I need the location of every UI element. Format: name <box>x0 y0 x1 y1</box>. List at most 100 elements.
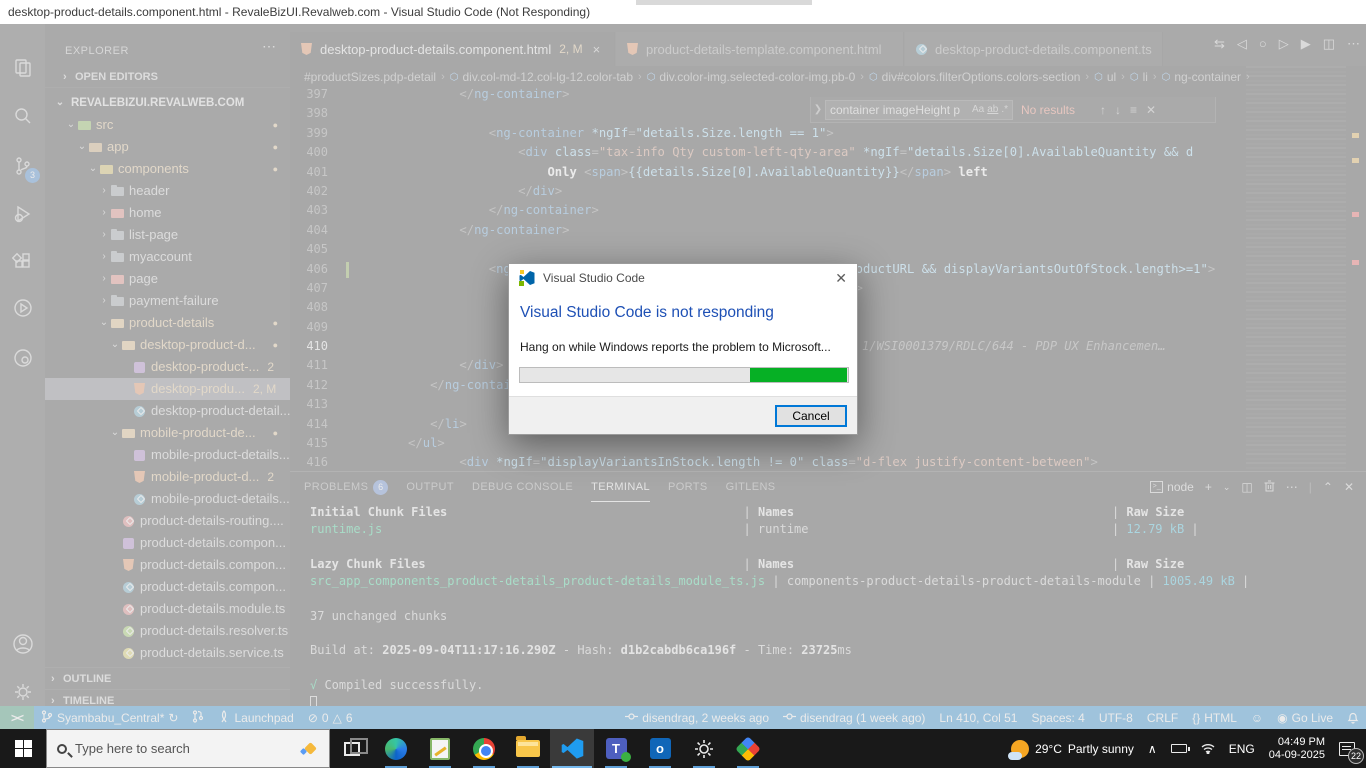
code-line[interactable]: 400 <div class="tax-info Qty custom-left… <box>290 143 1346 162</box>
code-line[interactable]: 401 Only <span>{{details.Size[0].Availab… <box>290 163 1346 182</box>
language-mode[interactable]: {} HTML <box>1185 706 1244 729</box>
shell-selector[interactable]: >_node <box>1150 480 1194 494</box>
battery-icon[interactable] <box>1164 729 1194 768</box>
explorer-icon[interactable] <box>0 48 45 88</box>
notifications-bell-icon[interactable] <box>1340 706 1366 729</box>
code-line[interactable]: 404 </ng-container> <box>290 221 1346 240</box>
tree-item[interactable]: ⌄src● <box>45 114 290 136</box>
panel-tab-debug-console[interactable]: DEBUG CONSOLE <box>472 472 573 502</box>
nav-circle-icon[interactable]: ○ <box>1259 36 1267 52</box>
split-editor-icon[interactable]: ◫ <box>1323 36 1335 52</box>
breadcrumb-item[interactable]: ⬡ul <box>1094 70 1116 84</box>
breadcrumb-item[interactable]: ⬡div#colors.filterOptions.colors-section <box>869 70 1080 84</box>
taskbar-app-outlook[interactable]: o <box>638 729 682 768</box>
minimap[interactable] <box>1246 66 1346 471</box>
panel-tab-problems[interactable]: PROBLEMS6 <box>304 472 388 502</box>
code-inspect-icon[interactable] <box>0 338 45 378</box>
code-line[interactable]: 405 <box>290 240 1346 259</box>
breadcrumb-item[interactable]: ⬡div.color-img.selected-color-img.pb-0 <box>647 70 856 84</box>
extensions-icon[interactable] <box>0 242 45 282</box>
tree-item[interactable]: desktop-produ...2, M <box>45 378 290 400</box>
close-icon[interactable]: × <box>593 42 601 57</box>
start-button[interactable] <box>0 729 46 768</box>
encoding[interactable]: UTF-8 <box>1092 706 1140 729</box>
panel-tab-output[interactable]: OUTPUT <box>406 472 454 502</box>
tree-item[interactable]: desktop-product-...2 <box>45 356 290 378</box>
indentation[interactable]: Spaces: 4 <box>1024 706 1091 729</box>
panel-tab-terminal[interactable]: TERMINAL <box>591 472 650 502</box>
find-in-selection-icon[interactable]: ≡ <box>1130 103 1137 117</box>
tree-item[interactable]: product-details.resolver.ts <box>45 620 290 642</box>
tree-item[interactable]: ⌄app● <box>45 136 290 158</box>
sidebar-more-actions-icon[interactable]: ⋯ <box>262 38 276 55</box>
more-actions-icon[interactable]: ⋯ <box>1286 480 1298 494</box>
tree-item[interactable]: mobile-product-details.... <box>45 444 290 466</box>
git-branches-item[interactable] <box>185 706 211 729</box>
account-icon[interactable] <box>0 624 45 664</box>
kill-terminal-icon[interactable] <box>1264 480 1275 495</box>
weather-widget[interactable]: 29°C Partly sunny <box>1004 729 1141 768</box>
problems-item[interactable]: ⊘ 0 △ 6 <box>301 706 360 729</box>
breadcrumb-item[interactable]: #productSizes.pdp-detail <box>304 70 436 84</box>
close-icon[interactable]: ✕ <box>835 270 847 287</box>
taskbar-app-file-explorer[interactable] <box>506 729 550 768</box>
source-control-icon[interactable]: 3 <box>0 146 45 186</box>
code-line[interactable]: 403 </ng-container> <box>290 201 1346 220</box>
tree-item[interactable]: product-details.service.ts <box>45 642 290 664</box>
action-center-button[interactable]: 22 <box>1332 729 1366 768</box>
wifi-icon[interactable] <box>1194 729 1222 768</box>
tree-item[interactable]: ⌄REVALEBIZUI.REVALWEB.COM <box>45 92 290 114</box>
editor-tab[interactable]: product-details-template.component.html <box>616 32 904 66</box>
blame-item-1[interactable]: disendrag, 2 weeks ago <box>618 706 776 729</box>
run-icon[interactable]: ▶ <box>1301 36 1311 52</box>
tree-item[interactable]: ⌄mobile-product-de...● <box>45 422 290 444</box>
open-editors-section[interactable]: ›OPEN EDITORS <box>45 66 290 88</box>
launchpad-item[interactable]: Launchpad <box>211 706 300 729</box>
match-case-icon[interactable]: Aa <box>972 104 984 115</box>
code-line[interactable]: 402 </div> <box>290 182 1346 201</box>
open-changes-icon[interactable]: ⇆ <box>1214 36 1225 52</box>
taskbar-app-notepad[interactable] <box>418 729 462 768</box>
task-view-button[interactable] <box>330 729 374 768</box>
panel-tab-ports[interactable]: PORTS <box>668 472 708 502</box>
maximize-panel-icon[interactable]: ⌃ <box>1323 480 1333 494</box>
tree-item[interactable]: product-details-routing.... <box>45 510 290 532</box>
tree-item[interactable]: desktop-product-detail... <box>45 400 290 422</box>
tree-item[interactable]: ›payment-failure <box>45 290 290 312</box>
editor-tab[interactable]: desktop-product-details.component.ts <box>905 32 1163 66</box>
breadcrumb-item[interactable]: ⬡ng-container <box>1162 70 1241 84</box>
outline-section[interactable]: ›OUTLINE <box>45 667 290 689</box>
tree-item[interactable]: product-details.module.ts <box>45 598 290 620</box>
taskbar-app-edge[interactable] <box>374 729 418 768</box>
feedback-smiley-icon[interactable]: ☺ <box>1244 706 1270 729</box>
taskbar-app-chrome[interactable] <box>462 729 506 768</box>
tree-item[interactable]: ⌄components● <box>45 158 290 180</box>
next-match-icon[interactable]: ↓ <box>1115 103 1121 117</box>
close-icon[interactable]: ✕ <box>1146 103 1156 117</box>
tree-item[interactable]: ›list-page <box>45 224 290 246</box>
tree-item[interactable]: ›home <box>45 202 290 224</box>
cancel-button[interactable]: Cancel <box>775 405 847 427</box>
code-line[interactable]: 415 </ul> <box>290 434 1346 453</box>
tree-item[interactable]: ⌄desktop-product-d...● <box>45 334 290 356</box>
tree-item[interactable]: mobile-product-details.... <box>45 488 290 510</box>
tree-item[interactable]: ⌄product-details● <box>45 312 290 334</box>
taskbar-app-teams[interactable]: T <box>594 729 638 768</box>
tree-item[interactable]: product-details.compon... <box>45 576 290 598</box>
nav-back-icon[interactable]: ◁ <box>1237 36 1247 52</box>
tree-item[interactable]: product-details.compon... <box>45 532 290 554</box>
live-server-icon[interactable] <box>0 288 45 328</box>
terminal-output[interactable]: Initial Chunk Files | Names | Raw Sizeru… <box>310 504 1350 712</box>
taskbar-app-settings[interactable] <box>682 729 726 768</box>
more-actions-icon[interactable]: ⋯ <box>1347 36 1360 52</box>
tree-item[interactable]: ›page <box>45 268 290 290</box>
tree-item[interactable]: ›myaccount <box>45 246 290 268</box>
language-indicator[interactable]: ENG <box>1222 729 1262 768</box>
tree-item[interactable]: ›header <box>45 180 290 202</box>
dialog-titlebar[interactable]: Visual Studio Code ✕ <box>509 264 857 292</box>
run-debug-icon[interactable] <box>0 194 45 234</box>
new-terminal-icon[interactable]: + <box>1205 480 1212 494</box>
tray-overflow-chevron[interactable]: ∧ <box>1141 729 1164 768</box>
find-expand-icon[interactable]: ❯ <box>811 104 825 115</box>
find-input[interactable]: container imageHeight p Aa ab .* <box>825 100 1013 120</box>
